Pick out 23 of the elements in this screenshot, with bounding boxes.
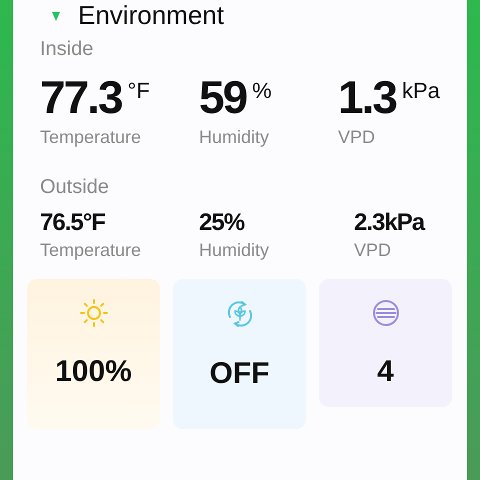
control-tile[interactable]: 100%: [27, 279, 160, 429]
reading-label: Humidity: [199, 127, 270, 148]
reading-value: 1.3$^{kPa}$: [338, 73, 441, 121]
section-title: Environment: [78, 3, 224, 27]
reading-value: 25%: [199, 209, 246, 237]
tile-value: 100%: [55, 355, 132, 389]
reading-label: VPD: [354, 240, 392, 261]
section-label: Inside: [40, 38, 94, 61]
reading-value: 59$^{%}$: [199, 73, 273, 121]
reading-value: 2.3kPa: [354, 209, 426, 237]
sun-icon: [80, 299, 108, 327]
reading-label: Temperature: [40, 240, 142, 261]
reading-value: 77.3$^{°F}$: [40, 73, 151, 121]
lines-circle-icon: [372, 299, 400, 327]
reading-label: Humidity: [199, 240, 270, 261]
tile-value: 4: [377, 355, 394, 389]
control-tile[interactable]: 4: [319, 279, 452, 407]
reading-label: VPD: [338, 127, 376, 148]
section-label: Outside: [40, 176, 110, 199]
reading-value: 76.5°F: [40, 209, 106, 237]
control-tile[interactable]: OFF: [173, 279, 306, 429]
tile-value: OFF: [210, 357, 270, 391]
reading-label: Temperature: [40, 127, 142, 148]
